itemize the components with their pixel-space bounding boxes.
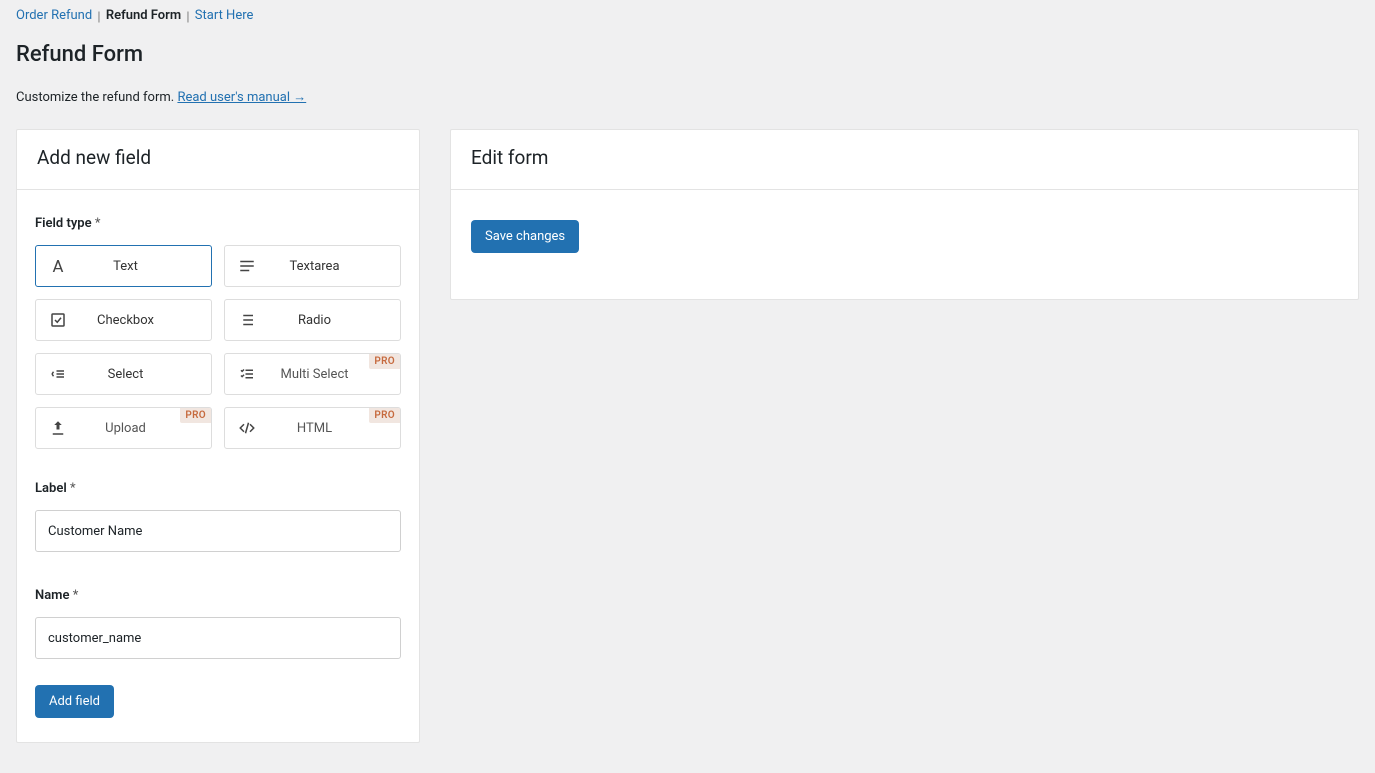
edit-form-panel: Edit form Save changes bbox=[450, 129, 1359, 300]
subtitle: Customize the refund form. Read user's m… bbox=[16, 89, 1359, 105]
subtitle-text: Customize the refund form. bbox=[16, 90, 177, 105]
field-type-checkbox[interactable]: Checkbox bbox=[35, 299, 212, 341]
name-field-label: Name * bbox=[35, 588, 401, 603]
breadcrumb-order-refund[interactable]: Order Refund bbox=[16, 8, 92, 23]
edit-form-heading: Edit form bbox=[451, 130, 1358, 190]
manual-link[interactable]: Read user's manual → bbox=[177, 90, 306, 105]
field-type-checkbox-label: Checkbox bbox=[80, 313, 211, 328]
field-type-text-label: Text bbox=[80, 259, 211, 274]
breadcrumb-start-here[interactable]: Start Here bbox=[195, 8, 254, 23]
pro-badge: PRO bbox=[369, 354, 400, 369]
field-type-textarea-label: Textarea bbox=[269, 259, 400, 274]
breadcrumb-separator-2: | bbox=[186, 10, 189, 24]
field-type-html[interactable]: HTML PRO bbox=[224, 407, 401, 449]
radio-icon bbox=[225, 311, 269, 329]
field-type-upload[interactable]: Upload PRO bbox=[35, 407, 212, 449]
pro-badge: PRO bbox=[369, 408, 400, 423]
field-type-grid: Text Textarea Checkbox bbox=[35, 245, 401, 449]
field-type-textarea[interactable]: Textarea bbox=[224, 245, 401, 287]
select-icon bbox=[36, 365, 80, 383]
html-icon bbox=[225, 419, 269, 437]
label-field-label: Label * bbox=[35, 481, 401, 496]
text-icon bbox=[36, 257, 80, 275]
multiselect-icon bbox=[225, 365, 269, 383]
field-type-text[interactable]: Text bbox=[35, 245, 212, 287]
save-changes-button[interactable]: Save changes bbox=[471, 220, 579, 253]
label-input[interactable] bbox=[35, 510, 401, 552]
field-type-multiselect[interactable]: Multi Select PRO bbox=[224, 353, 401, 395]
pro-badge: PRO bbox=[180, 408, 211, 423]
checkbox-icon bbox=[36, 311, 80, 329]
textarea-icon bbox=[225, 257, 269, 275]
breadcrumb: Order Refund | Refund Form | Start Here bbox=[16, 8, 1359, 24]
add-field-heading: Add new field bbox=[17, 130, 419, 190]
add-field-button[interactable]: Add field bbox=[35, 685, 114, 718]
name-input[interactable] bbox=[35, 617, 401, 659]
breadcrumb-separator-1: | bbox=[97, 10, 100, 24]
upload-icon bbox=[36, 419, 80, 437]
add-field-panel: Add new field Field type * Text bbox=[16, 129, 420, 743]
field-type-radio[interactable]: Radio bbox=[224, 299, 401, 341]
field-type-radio-label: Radio bbox=[269, 313, 400, 328]
field-type-label: Field type * bbox=[35, 216, 401, 231]
field-type-select-label: Select bbox=[80, 367, 211, 382]
page-title: Refund Form bbox=[16, 42, 1359, 67]
breadcrumb-refund-form: Refund Form bbox=[106, 8, 181, 23]
field-type-select[interactable]: Select bbox=[35, 353, 212, 395]
